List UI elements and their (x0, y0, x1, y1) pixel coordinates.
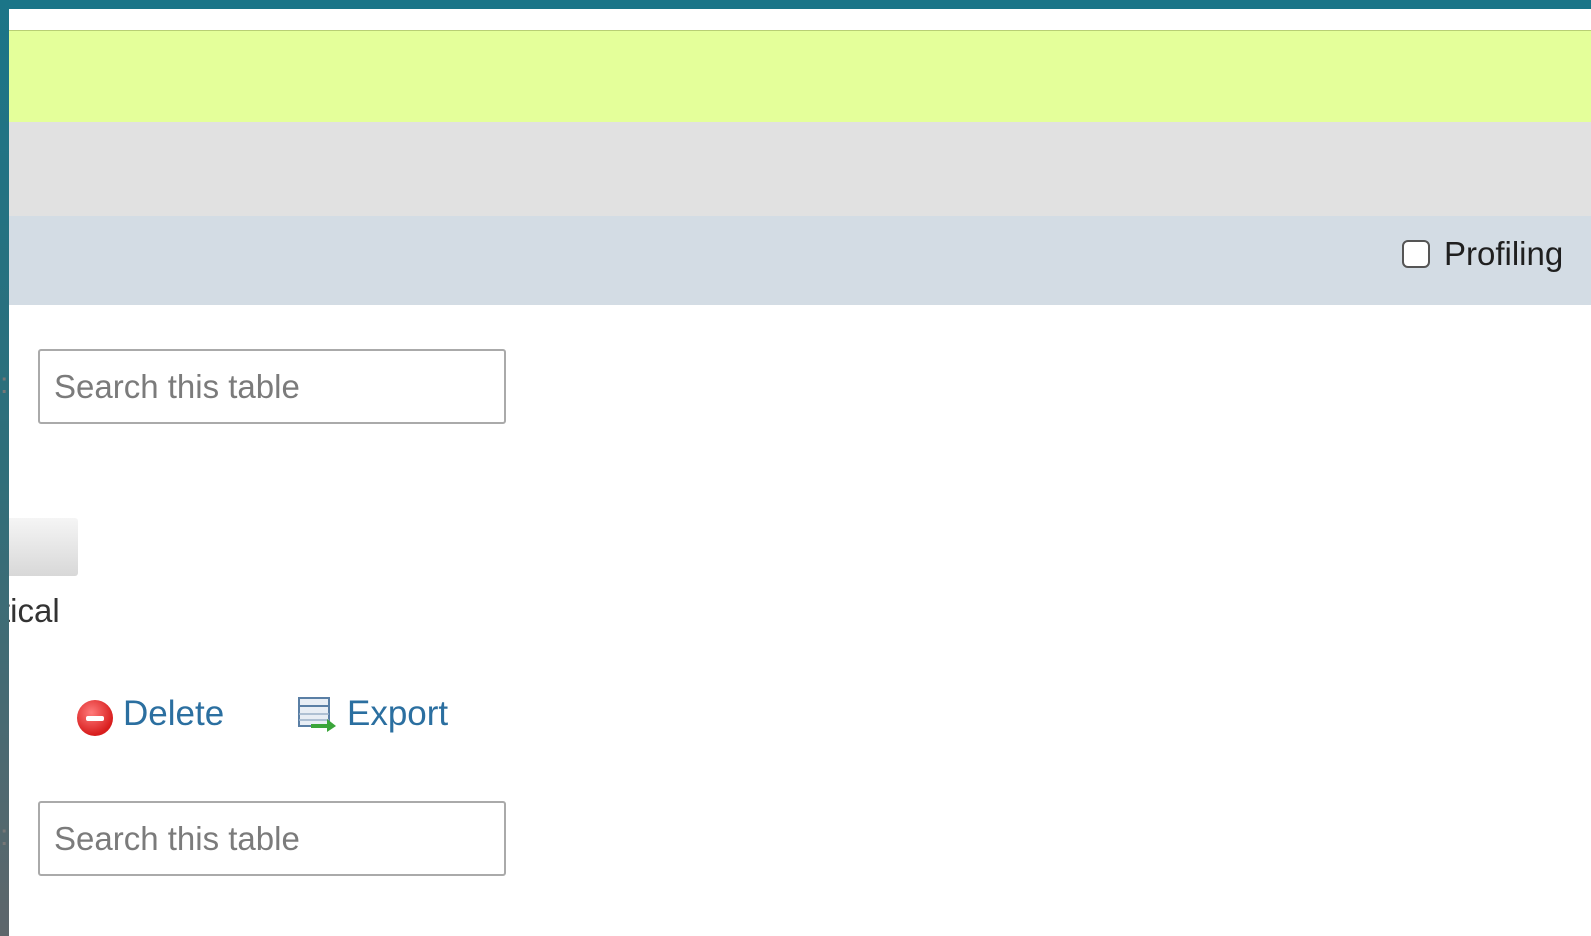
delete-label: Delete (123, 694, 225, 733)
export-icon (297, 688, 337, 741)
delete-icon (77, 700, 113, 736)
profiling-option[interactable]: Profiling (1402, 234, 1563, 274)
top-strip (9, 9, 1591, 31)
filter-label-top: : (0, 367, 9, 400)
profiling-label: Profiling (1444, 235, 1564, 272)
window-left-border (0, 0, 9, 936)
export-label: Export (347, 694, 449, 733)
toolbar-area (9, 122, 1591, 216)
export-button[interactable]: Export (297, 690, 448, 738)
delete-button[interactable]: Delete (77, 690, 224, 738)
notification-bar (9, 31, 1591, 122)
query-options-bar (9, 216, 1591, 305)
view-mode-label-text: tical (9, 592, 60, 629)
filter-label-bottom: : (0, 819, 9, 852)
view-mode-button[interactable] (9, 518, 78, 576)
profiling-checkbox[interactable] (1402, 240, 1430, 268)
search-input-top[interactable] (38, 349, 506, 424)
window-top-border (0, 0, 1591, 9)
view-mode-label: tical (9, 592, 79, 630)
search-input-bottom[interactable] (38, 801, 506, 876)
